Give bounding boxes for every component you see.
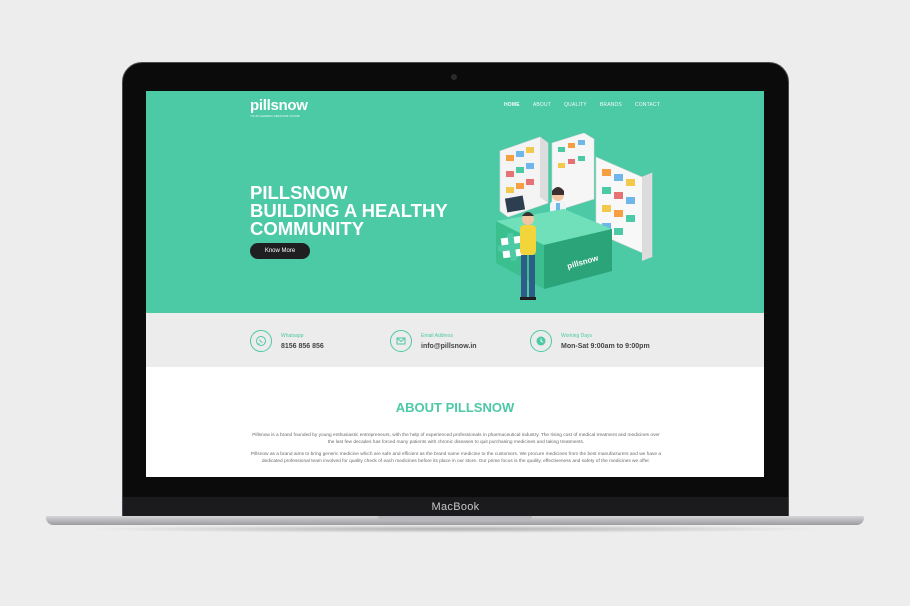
about-section: ABOUT PILLSNOW Pillsnow is a brand found… (146, 367, 764, 477)
nav-home[interactable]: HOME (504, 102, 520, 108)
laptop-chin: MacBook (123, 497, 788, 517)
whatsapp-icon (250, 330, 272, 352)
hours-label: Working Days (561, 332, 593, 339)
whatsapp-label: Whatsapp (281, 332, 304, 339)
main-nav: HOME ABOUT QUALITY BRANDS CONTACT (504, 102, 660, 108)
logo-tagline: YOUR GENERIC MEDICINE STORE (250, 114, 300, 118)
contact-strip: Whatsapp 8156 856 856 Email Address info… (146, 313, 764, 367)
pharmacy-illustration: pillsnow (496, 133, 653, 300)
about-paragraph-1: Pillsnow is a brand founded by young ent… (252, 433, 660, 445)
about-paragraph-2: Pillsnow as a brand aims to bring generi… (250, 452, 662, 464)
whatsapp-number: 8156 856 856 (281, 342, 324, 350)
logo-text: pillsnow (250, 97, 308, 114)
email-address: info@pillsnow.in (421, 342, 477, 350)
site-logo[interactable]: pillsnow YOUR GENERIC MEDICINE STORE (250, 97, 308, 118)
contact-whatsapp[interactable]: Whatsapp 8156 856 856 (250, 330, 324, 352)
hero-headline: PILLSNOW BUILDING A HEALTHY COMMUNITY (250, 183, 480, 239)
hours-value: Mon-Sat 9:00am to 9:00pm (561, 342, 650, 350)
laptop-notch (378, 516, 532, 521)
laptop-shadow (80, 525, 830, 533)
nav-brands[interactable]: BRANDS (600, 102, 622, 108)
email-label: Email Address (421, 332, 453, 339)
nav-contact[interactable]: CONTACT (635, 102, 660, 108)
webcam (451, 74, 457, 80)
clock-icon (530, 330, 552, 352)
nav-about[interactable]: ABOUT (533, 102, 551, 108)
about-title: ABOUT PILLSNOW (395, 400, 515, 415)
know-more-button[interactable]: Know More (250, 243, 310, 259)
device-brand-label: MacBook (431, 501, 480, 513)
nav-quality[interactable]: QUALITY (564, 102, 587, 108)
hero-section: pillsnow YOUR GENERIC MEDICINE STORE HOM… (146, 91, 764, 313)
hero-headline-line-3: COMMUNITY (250, 218, 365, 239)
laptop-screen: pillsnow YOUR GENERIC MEDICINE STORE HOM… (146, 91, 764, 477)
contact-hours: Working Days Mon-Sat 9:00am to 9:00pm (530, 330, 650, 352)
contact-email[interactable]: Email Address info@pillsnow.in (390, 330, 477, 352)
mail-icon (390, 330, 412, 352)
